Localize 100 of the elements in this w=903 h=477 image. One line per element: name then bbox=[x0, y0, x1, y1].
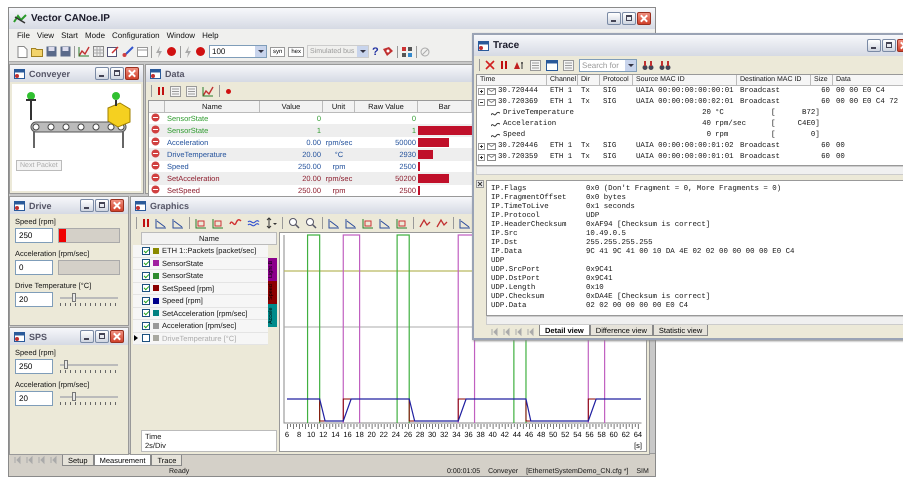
binoculars-icon[interactable] bbox=[659, 60, 671, 70]
calendar-icon[interactable] bbox=[137, 46, 148, 57]
expand-toggle[interactable] bbox=[478, 154, 485, 161]
zoom-icon[interactable] bbox=[305, 217, 317, 229]
close-button[interactable] bbox=[110, 199, 124, 212]
signal-icon bbox=[151, 149, 160, 158]
chart-icon[interactable] bbox=[78, 46, 90, 57]
zoom-combo[interactable]: 100 bbox=[209, 45, 267, 58]
list-icon[interactable] bbox=[530, 60, 541, 70]
blocks-icon[interactable] bbox=[400, 46, 413, 58]
menu-item[interactable]: View bbox=[36, 31, 54, 40]
wave-icon[interactable] bbox=[247, 218, 260, 228]
window-title: Conveyer bbox=[29, 68, 70, 78]
axes-icon[interactable] bbox=[328, 218, 340, 228]
horizontal-scrollbar[interactable] bbox=[486, 316, 903, 325]
record-icon[interactable] bbox=[195, 46, 206, 57]
minimize-button[interactable] bbox=[80, 199, 94, 212]
axes-icon[interactable] bbox=[195, 218, 207, 228]
slider[interactable] bbox=[58, 391, 120, 406]
close-button[interactable] bbox=[637, 12, 651, 25]
slider-thumb[interactable] bbox=[72, 392, 76, 401]
curve-icon[interactable] bbox=[436, 218, 448, 228]
signal-icon bbox=[151, 173, 160, 182]
window-icon bbox=[14, 332, 25, 342]
menu-item[interactable]: File bbox=[17, 31, 30, 40]
input-field[interactable]: 250 bbox=[15, 359, 53, 374]
zoom-icon[interactable] bbox=[288, 217, 300, 229]
save-icon[interactable] bbox=[60, 46, 71, 57]
checkbox[interactable] bbox=[142, 259, 150, 268]
input-field[interactable]: 20 bbox=[15, 391, 53, 406]
window-icon[interactable] bbox=[546, 60, 558, 70]
maximize-button[interactable] bbox=[110, 67, 124, 80]
menu-item[interactable]: Help bbox=[202, 31, 219, 40]
checkbox[interactable] bbox=[142, 272, 150, 280]
menu-item[interactable]: Window bbox=[166, 31, 196, 40]
save-icon[interactable] bbox=[46, 46, 57, 57]
axes-icon[interactable] bbox=[155, 218, 167, 228]
list-icon[interactable] bbox=[186, 86, 197, 96]
chart-icon[interactable] bbox=[202, 86, 214, 96]
new-page-icon[interactable] bbox=[17, 46, 28, 58]
axes-icon[interactable] bbox=[362, 218, 374, 228]
menu-item[interactable]: Start bbox=[61, 31, 78, 40]
grid-icon[interactable] bbox=[93, 46, 104, 57]
axes-icon[interactable] bbox=[172, 218, 184, 228]
pause-icon[interactable] bbox=[142, 218, 150, 228]
axes-icon[interactable] bbox=[459, 218, 471, 228]
minimize-button[interactable] bbox=[607, 12, 621, 25]
record-icon[interactable] bbox=[166, 46, 177, 57]
maximize-button[interactable] bbox=[882, 39, 896, 52]
edit-icon[interactable] bbox=[107, 46, 119, 57]
input-field[interactable]: 250 bbox=[15, 228, 53, 243]
input-field[interactable]: 0 bbox=[15, 260, 53, 275]
brush-icon[interactable] bbox=[122, 46, 134, 57]
minimize-button[interactable] bbox=[867, 39, 881, 52]
horizontal-scrollbar[interactable] bbox=[476, 166, 903, 175]
checkbox[interactable] bbox=[142, 334, 150, 342]
pause-icon[interactable] bbox=[500, 60, 508, 70]
slider-thumb[interactable] bbox=[64, 360, 68, 369]
curve-icon[interactable] bbox=[419, 218, 431, 228]
maximize-button[interactable] bbox=[622, 12, 636, 25]
folder-icon[interactable] bbox=[31, 46, 43, 57]
axes-icon[interactable] bbox=[212, 218, 224, 228]
window-title: Drive bbox=[29, 200, 52, 210]
checkbox[interactable] bbox=[142, 246, 150, 255]
slider[interactable] bbox=[58, 359, 120, 374]
binoculars-icon[interactable] bbox=[642, 60, 654, 70]
expand-toggle[interactable] bbox=[478, 99, 485, 106]
slider[interactable] bbox=[58, 292, 120, 307]
slider-thumb[interactable] bbox=[72, 293, 76, 302]
pause-icon[interactable] bbox=[157, 86, 165, 96]
expand-toggle[interactable] bbox=[478, 88, 485, 95]
close-button[interactable] bbox=[110, 330, 124, 343]
record-icon[interactable] bbox=[225, 88, 232, 94]
axes-icon[interactable] bbox=[345, 218, 357, 228]
wave-icon[interactable] bbox=[229, 218, 242, 228]
window-title: SPS bbox=[29, 332, 48, 342]
close-button[interactable] bbox=[125, 67, 139, 80]
expand-toggle[interactable] bbox=[478, 143, 485, 150]
minimize-button[interactable] bbox=[80, 330, 94, 343]
vertical-arrows-icon[interactable] bbox=[265, 217, 277, 229]
checkbox[interactable] bbox=[142, 284, 150, 292]
axes-icon[interactable] bbox=[396, 218, 408, 228]
envelope-icon bbox=[487, 88, 496, 95]
window-title: Graphics bbox=[150, 200, 190, 210]
close-icon[interactable] bbox=[476, 180, 484, 188]
list-icon[interactable] bbox=[563, 60, 574, 70]
maximize-button[interactable] bbox=[95, 330, 109, 343]
delete-icon[interactable] bbox=[485, 60, 495, 70]
help-button[interactable]: ? bbox=[372, 46, 379, 58]
menu-item[interactable]: Configuration bbox=[112, 31, 160, 40]
markers-icon[interactable] bbox=[513, 60, 525, 70]
list-icon[interactable] bbox=[170, 86, 181, 96]
minimize-button[interactable] bbox=[95, 67, 109, 80]
checkbox[interactable] bbox=[142, 296, 150, 305]
maximize-button[interactable] bbox=[95, 199, 109, 212]
checkbox[interactable] bbox=[142, 309, 150, 318]
input-field[interactable]: 20 bbox=[15, 292, 53, 307]
checkbox[interactable] bbox=[142, 322, 150, 330]
axes-icon[interactable] bbox=[379, 218, 391, 228]
menu-item[interactable]: Mode bbox=[85, 31, 106, 40]
